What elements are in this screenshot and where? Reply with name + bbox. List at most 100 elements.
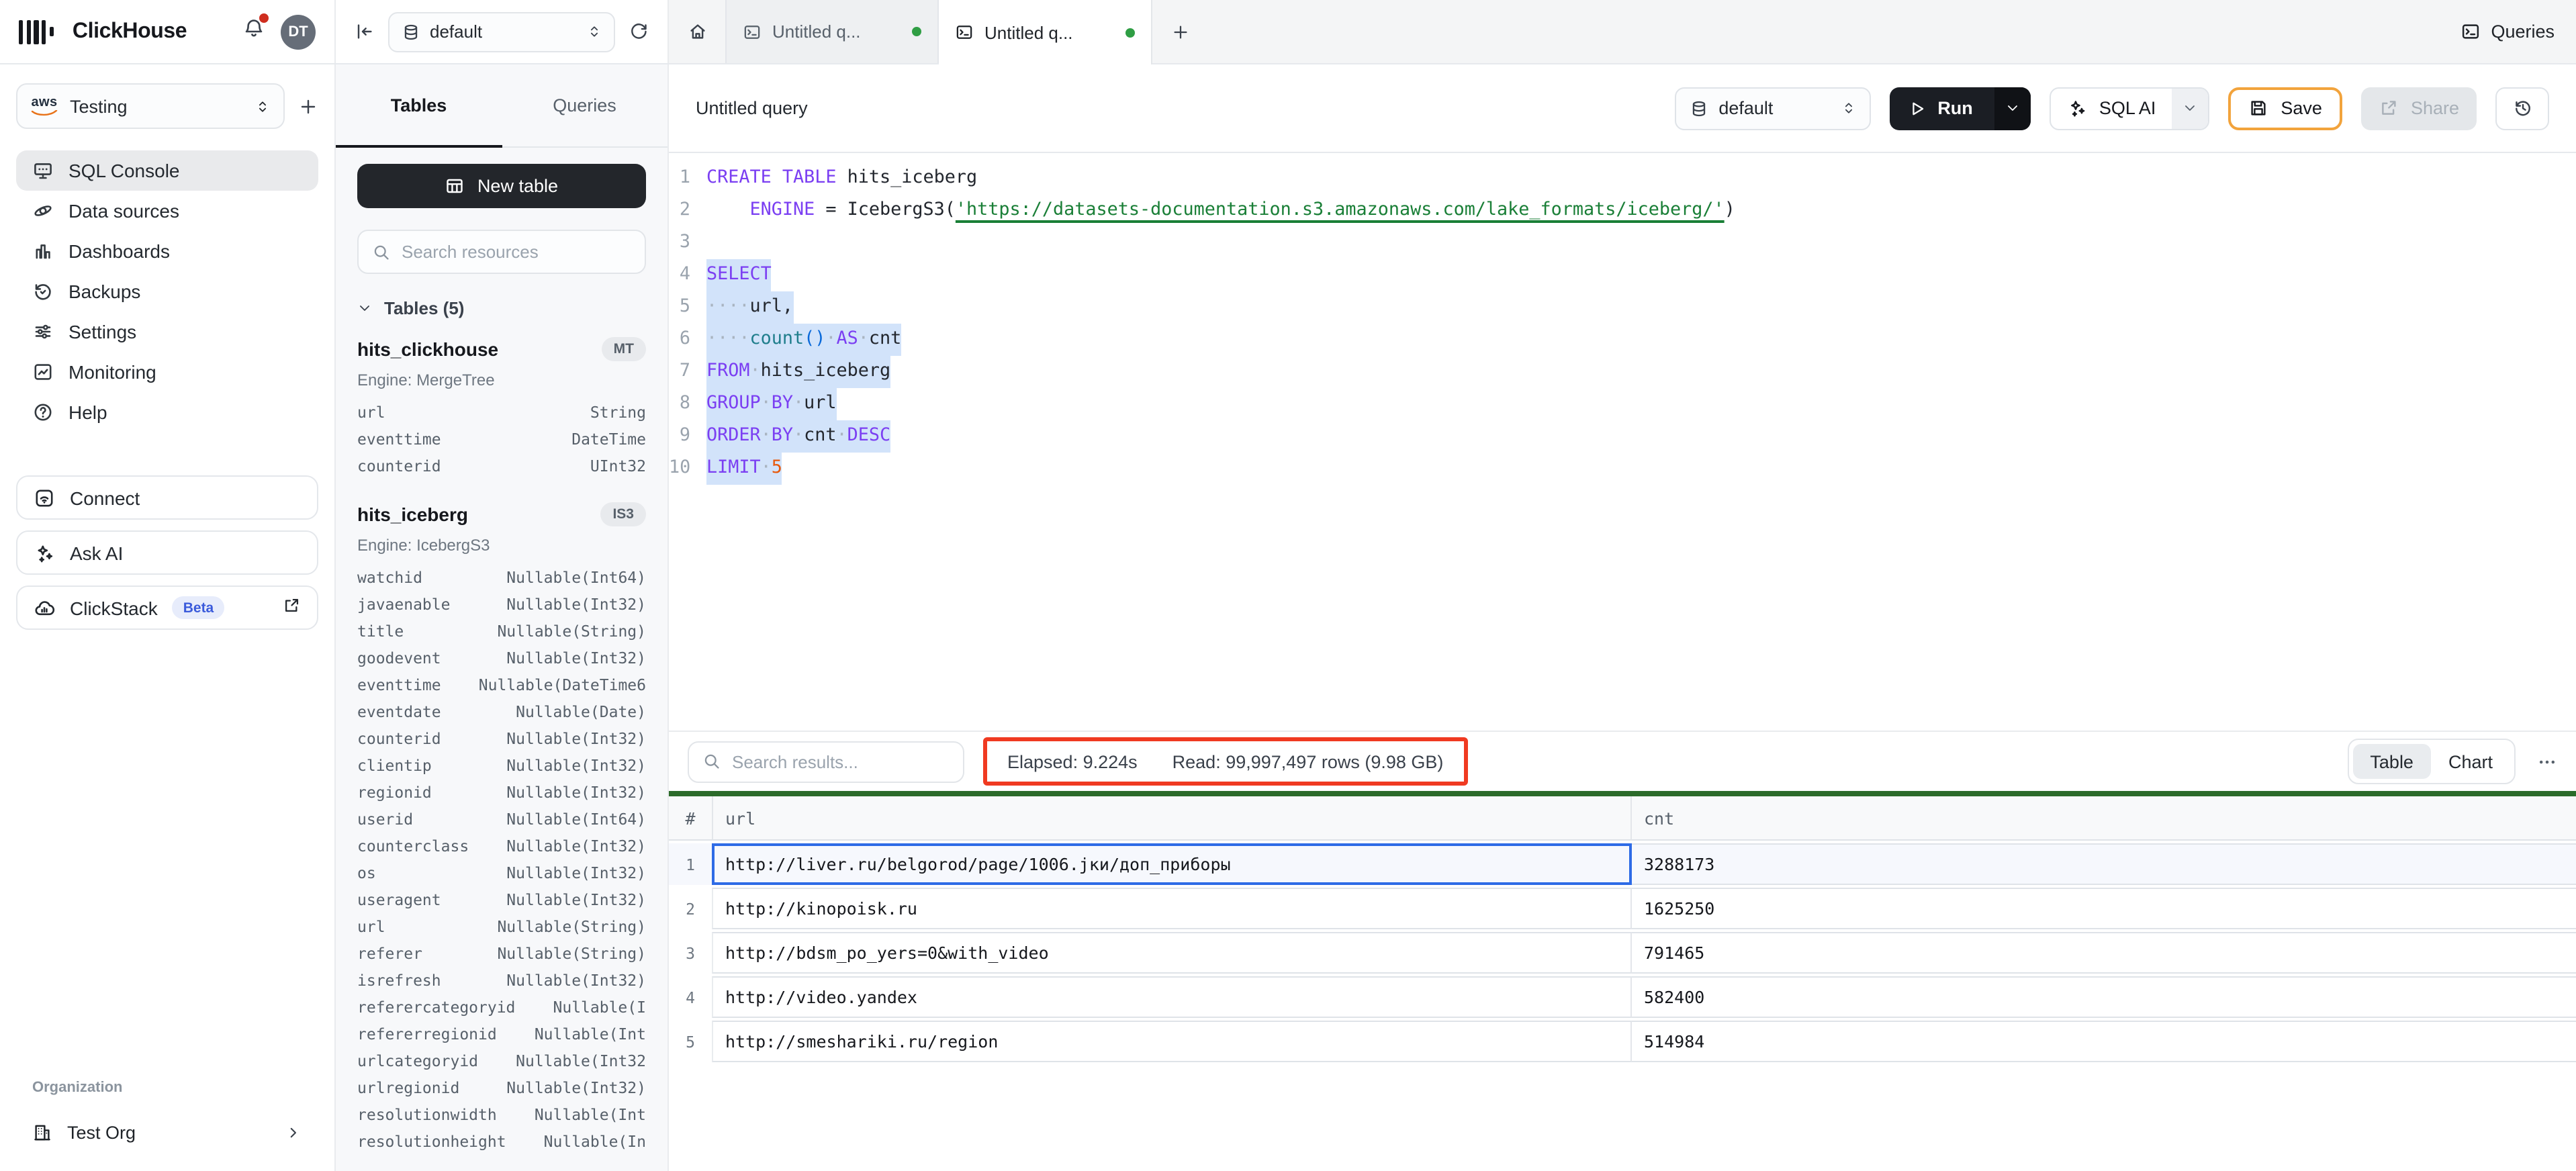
url-cell[interactable]: http://liver.ru/belgorod/page/1006.jки/д…	[712, 843, 1632, 885]
header-row-number[interactable]: #	[669, 796, 712, 839]
database-selector-top[interactable]: default	[388, 11, 615, 52]
sidebar-item-data-sources[interactable]: Data sources	[16, 191, 318, 231]
table-row[interactable]: 5http://smeshariki.ru/region514984	[669, 1021, 2576, 1062]
chevron-down-icon	[2005, 101, 2020, 115]
column-type: Nullable(String)	[486, 944, 646, 963]
save-label: Save	[2281, 98, 2322, 118]
line-number: 8	[669, 388, 706, 420]
add-service-button[interactable]	[298, 96, 318, 116]
view-toggle-table[interactable]: Table	[2352, 744, 2431, 779]
sidebar-item-sql-console[interactable]: SQL Console	[16, 150, 318, 191]
organization-name: Test Org	[67, 1122, 136, 1142]
line-number: 3	[669, 227, 706, 259]
action-connect[interactable]: Connect	[16, 475, 318, 520]
action-ask-ai[interactable]: Ask AI	[16, 530, 318, 575]
row-number-cell: 2	[669, 888, 712, 929]
workspace-selector[interactable]: aws Testing	[16, 83, 285, 129]
queries-button-label: Queries	[2491, 21, 2555, 42]
column-name: refererregionid	[357, 1025, 497, 1043]
help-icon	[32, 402, 54, 423]
results-search-input[interactable]	[732, 751, 950, 771]
sidebar-item-backups[interactable]: Backups	[16, 271, 318, 312]
url-cell[interactable]: http://video.yandex	[712, 976, 1632, 1018]
column-name: useragent	[357, 890, 441, 909]
column-type: Nullable(Int32)	[496, 756, 646, 775]
cnt-cell[interactable]: 1625250	[1632, 888, 2576, 929]
query-tab-2[interactable]: Untitled q...	[939, 0, 1152, 64]
column-name: referercategoryid	[357, 998, 515, 1017]
table-entry-header[interactable]: hits_icebergIS3	[357, 502, 646, 526]
run-button[interactable]: Run	[1889, 87, 1994, 130]
new-table-button[interactable]: New table	[357, 164, 646, 208]
line-number: 5	[669, 291, 706, 324]
database-selector-query[interactable]: default	[1674, 87, 1870, 130]
header-url[interactable]: url	[712, 796, 1632, 839]
column-type: Nullable(I	[543, 998, 647, 1017]
query-title[interactable]: Untitled query	[696, 98, 808, 118]
save-button[interactable]: Save	[2228, 87, 2342, 130]
column-name: eventdate	[357, 702, 441, 721]
sql-ai-options-button[interactable]	[2172, 88, 2208, 128]
url-cell[interactable]: http://bdsm_po_yers=0&with_video	[712, 932, 1632, 974]
column-type: Nullable(Int	[524, 1025, 646, 1043]
queries-button[interactable]: Queries	[2438, 0, 2576, 63]
table-engine-label: Engine: MergeTree	[357, 371, 646, 389]
new-tab-button[interactable]	[1152, 0, 1209, 63]
cnt-cell[interactable]: 514984	[1632, 1021, 2576, 1062]
table-row[interactable]: 3http://bdsm_po_yers=0&with_video791465	[669, 932, 2576, 974]
home-button[interactable]	[669, 0, 725, 63]
column-name: clientip	[357, 756, 432, 775]
home-icon	[687, 21, 707, 42]
view-toggle-chart[interactable]: Chart	[2431, 744, 2510, 779]
line-number: 6	[669, 324, 706, 356]
results-table-header: # url cnt	[669, 796, 2576, 841]
table-entry-header[interactable]: hits_clickhouseMT	[357, 337, 646, 361]
share-button[interactable]: Share	[2361, 87, 2477, 130]
external-link-icon-wrap	[282, 596, 301, 619]
resources-search-input[interactable]	[402, 242, 631, 262]
column-row: counterclassNullable(Int32)	[357, 837, 646, 863]
sql-ai-button[interactable]: SQL AI	[2051, 88, 2172, 128]
row-number-cell: 4	[669, 976, 712, 1018]
save-icon	[2248, 98, 2268, 118]
cnt-cell[interactable]: 3288173	[1632, 843, 2576, 885]
table-row[interactable]: 1http://liver.ru/belgorod/page/1006.jки/…	[669, 843, 2576, 885]
unsaved-dot	[1125, 28, 1135, 37]
sidebar: aws Testing SQL ConsoleData sourcesDashb…	[0, 64, 336, 1171]
notifications-button[interactable]	[243, 17, 265, 46]
query-tab-1[interactable]: Untitled q...	[725, 0, 939, 63]
sidebar-item-monitoring[interactable]: Monitoring	[16, 352, 318, 392]
collapse-sidebar-icon[interactable]	[355, 21, 375, 42]
action-clickstack[interactable]: ClickStackBeta	[16, 586, 318, 630]
line-number: 1	[669, 162, 706, 195]
sidebar-item-settings[interactable]: Settings	[16, 312, 318, 352]
refresh-icon[interactable]	[629, 21, 649, 42]
code-line: 3	[669, 227, 2576, 259]
avatar[interactable]: DT	[281, 14, 316, 49]
sidebar-item-label: Help	[68, 402, 107, 423]
url-cell[interactable]: http://smeshariki.ru/region	[712, 1021, 1632, 1062]
table-row[interactable]: 4http://video.yandex582400	[669, 976, 2576, 1018]
code-line: 5····url,	[669, 291, 2576, 324]
column-name: title	[357, 622, 404, 641]
resources-tab-tables[interactable]: Tables	[336, 64, 502, 146]
sql-editor[interactable]: 1CREATE TABLE hits_iceberg2 ENGINE = Ice…	[669, 153, 2576, 731]
run-options-button[interactable]	[1994, 87, 2031, 130]
sidebar-item-dashboards[interactable]: Dashboards	[16, 231, 318, 271]
cnt-cell[interactable]: 791465	[1632, 932, 2576, 974]
header-cnt[interactable]: cnt	[1632, 808, 2576, 828]
column-name: url	[357, 917, 385, 936]
table-row[interactable]: 2http://kinopoisk.ru1625250	[669, 888, 2576, 929]
results-menu-button[interactable]	[2537, 751, 2557, 771]
code-line: 6····count()·AS·cnt	[669, 324, 2576, 356]
column-name: counterid	[357, 457, 441, 475]
sidebar-item-help[interactable]: Help	[16, 392, 318, 432]
tables-group-header[interactable]: Tables (5)	[357, 298, 646, 318]
organization-item[interactable]: Test Org	[16, 1112, 318, 1152]
code-line: 1CREATE TABLE hits_iceberg	[669, 162, 2576, 195]
resources-tab-queries[interactable]: Queries	[502, 64, 668, 146]
cnt-cell[interactable]: 582400	[1632, 976, 2576, 1018]
query-history-button[interactable]	[2495, 87, 2549, 130]
url-cell[interactable]: http://kinopoisk.ru	[712, 888, 1632, 929]
sidebar-nav: SQL ConsoleData sourcesDashboardsBackups…	[16, 150, 318, 432]
